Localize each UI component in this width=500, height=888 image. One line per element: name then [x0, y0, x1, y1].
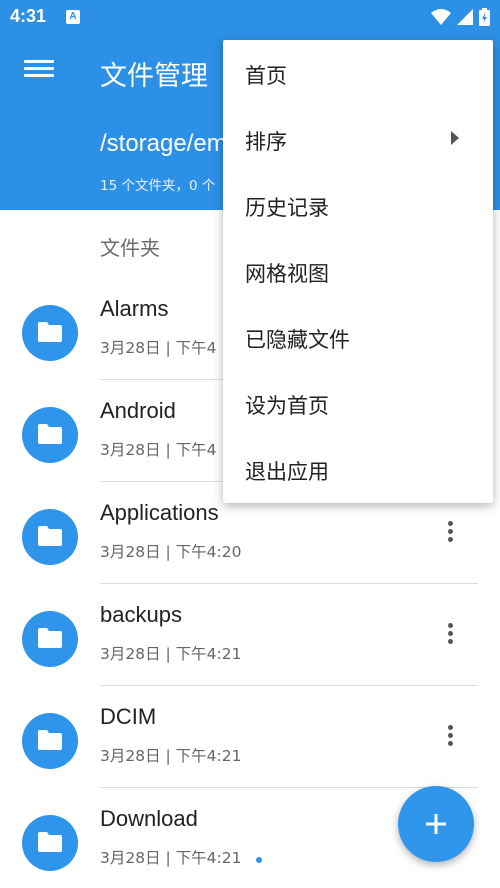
folder-row[interactable]: backups 3月28日 | 下午4:21: [0, 584, 500, 686]
status-time: 4:31: [10, 6, 47, 26]
folder-icon: [22, 407, 78, 463]
current-path[interactable]: /storage/em: [100, 130, 227, 158]
menu-item-exit[interactable]: 退出应用: [223, 436, 493, 502]
menu-item-history[interactable]: 历史记录: [223, 172, 493, 238]
folder-row[interactable]: DCIM 3月28日 | 下午4:21: [0, 686, 500, 788]
more-vert-icon[interactable]: [438, 722, 462, 752]
folder-icon: [22, 713, 78, 769]
menu-item-label: 排序: [245, 130, 287, 154]
status-bar: 4:31 A: [0, 0, 500, 34]
menu-item-hidden-files[interactable]: 已隐藏文件: [223, 304, 493, 370]
folder-name: Android: [100, 398, 176, 423]
signal-icon: [457, 9, 473, 25]
folder-meta: 3月28日 | 下午4:20: [100, 543, 242, 561]
folder-icon: [22, 305, 78, 361]
folder-name: Download: [100, 806, 198, 831]
folder-icon: [22, 815, 78, 871]
system-icons: [431, 7, 490, 27]
wifi-icon: [431, 9, 451, 25]
folder-meta: 3月28日 | 下午4: [100, 441, 217, 459]
menu-item-grid-view[interactable]: 网格视图: [223, 238, 493, 304]
menu-item-label: 设为首页: [245, 394, 329, 418]
folder-icon: [22, 611, 78, 667]
more-vert-icon[interactable]: [438, 620, 462, 650]
menu-item-label: 已隐藏文件: [245, 328, 350, 352]
add-fab-button[interactable]: [398, 786, 474, 862]
folder-meta: 3月28日 | 下午4:21: [100, 645, 242, 663]
menu-item-sort[interactable]: 排序: [223, 106, 493, 172]
folder-name: Alarms: [100, 296, 169, 321]
battery-icon: [479, 8, 490, 26]
folder-name: backups: [100, 602, 182, 627]
hamburger-menu-button[interactable]: [22, 56, 56, 90]
folder-meta: 3月28日 | 下午4:21: [100, 849, 242, 867]
menu-item-label: 网格视图: [245, 262, 329, 286]
menu-item-set-home[interactable]: 设为首页: [223, 370, 493, 436]
folder-icon: [22, 509, 78, 565]
menu-item-label: 历史记录: [245, 196, 329, 220]
menu-item-label: 首页: [245, 64, 287, 88]
menu-item-home[interactable]: 首页: [223, 40, 493, 106]
folder-meta: 3月28日 | 下午4: [100, 339, 217, 357]
menu-item-label: 退出应用: [245, 460, 329, 484]
overflow-menu: 首页 排序 历史记录 网格视图 已隐藏文件 设为首页 退出应用: [223, 40, 493, 503]
section-header-folders: 文件夹: [100, 236, 160, 260]
notification-icon: A: [66, 10, 80, 24]
page-title: 文件管理: [100, 61, 208, 92]
scroll-indicator-dot: [256, 857, 262, 863]
folder-summary: 15 个文件夹，0 个: [100, 178, 216, 194]
folder-name: Applications: [100, 500, 219, 525]
arrow-right-icon: [451, 131, 459, 145]
folder-name: DCIM: [100, 704, 157, 729]
hamburger-icon: [24, 60, 54, 63]
plus-icon: [426, 814, 446, 834]
folder-meta: 3月28日 | 下午4:21: [100, 747, 242, 765]
more-vert-icon[interactable]: [438, 518, 462, 548]
